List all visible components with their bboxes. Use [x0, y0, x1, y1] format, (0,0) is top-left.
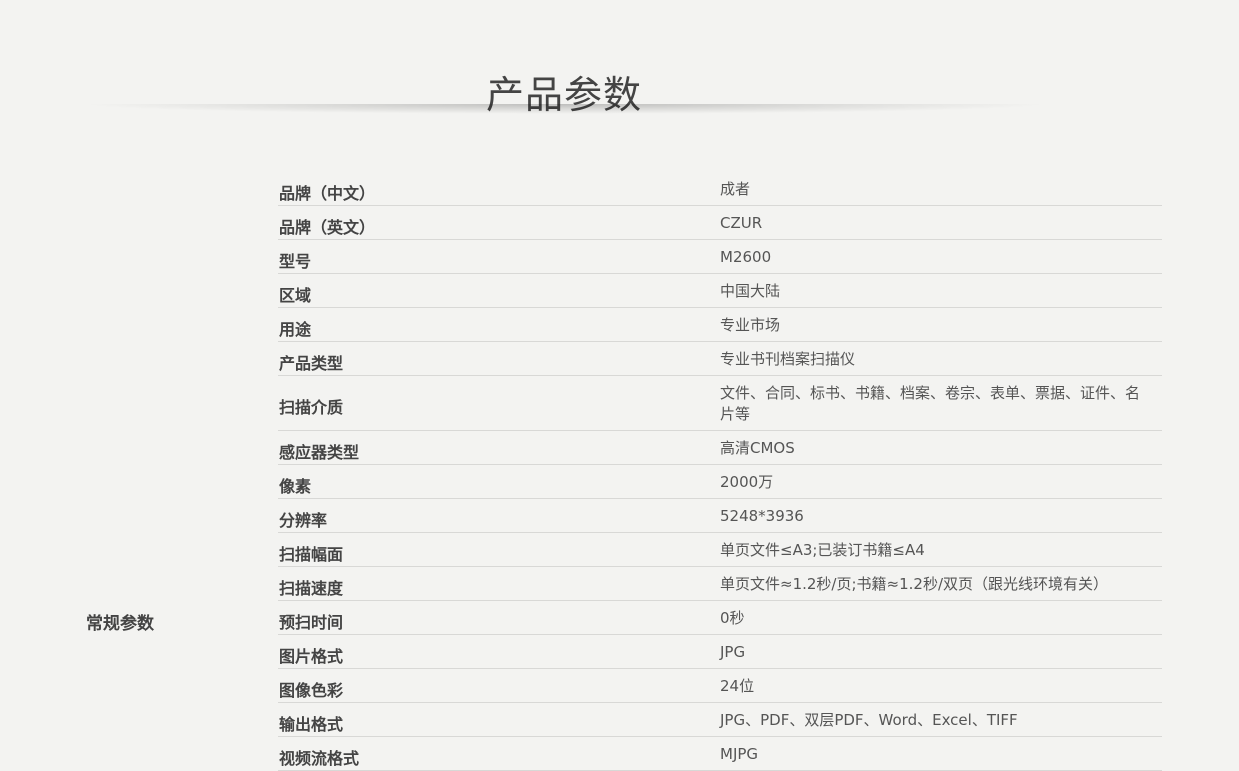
spec-value: 0秒 — [720, 609, 745, 627]
spec-value: JPG — [720, 643, 746, 661]
spec-row: 产品类型 专业书刊档案扫描仪 — [278, 342, 1162, 376]
spec-value: 专业书刊档案扫描仪 — [720, 350, 856, 368]
spec-key: 扫描介质 — [279, 398, 344, 417]
spec-row: 扫描速度 单页文件≈1.2秒/页;书籍≈1.2秒/双页（跟光线环境有关） — [278, 567, 1162, 601]
spec-value: 单页文件≈1.2秒/页;书籍≈1.2秒/双页（跟光线环境有关） — [720, 575, 1109, 593]
spec-key: 分辨率 — [279, 510, 328, 530]
spec-value: 24位 — [720, 677, 755, 695]
spec-value: CZUR — [720, 214, 763, 232]
spec-key: 扫描速度 — [279, 578, 344, 598]
spec-row: 预扫时间 0秒 — [278, 601, 1162, 635]
spec-value: 高清CMOS — [720, 439, 795, 457]
spec-key: 预扫时间 — [279, 612, 344, 632]
spec-row: 分辨率 5248*3936 — [278, 499, 1162, 533]
spec-key: 品牌（中文） — [279, 183, 376, 203]
spec-key: 像素 — [279, 476, 312, 496]
spec-row: 型号 M2600 — [278, 240, 1162, 274]
spec-value: 5248*3936 — [720, 507, 804, 525]
spec-key: 感应器类型 — [279, 442, 360, 462]
spec-row: 扫描介质 文件、合同、标书、书籍、档案、卷宗、表单、票据、证件、名片等 — [278, 376, 1162, 431]
spec-row: 品牌（中文） 成者 — [278, 172, 1162, 206]
spec-key: 型号 — [279, 251, 312, 271]
spec-row: 区域 中国大陆 — [278, 274, 1162, 308]
spec-value: 2000万 — [720, 473, 774, 491]
title-divider-shadow — [80, 104, 1050, 114]
spec-row: 视频流格式 MJPG — [278, 737, 1162, 771]
spec-value: JPG、PDF、双层PDF、Word、Excel、TIFF — [720, 711, 1018, 729]
spec-value: 单页文件≤A3;已装订书籍≤A4 — [720, 541, 925, 559]
spec-key: 图像色彩 — [279, 680, 344, 700]
spec-value: 中国大陆 — [720, 282, 781, 300]
spec-row: 像素 2000万 — [278, 465, 1162, 499]
spec-row: 感应器类型 高清CMOS — [278, 431, 1162, 465]
spec-row: 图片格式 JPG — [278, 635, 1162, 669]
spec-row: 图像色彩 24位 — [278, 669, 1162, 703]
spec-key: 产品类型 — [279, 353, 344, 373]
spec-row: 扫描幅面 单页文件≤A3;已装订书籍≤A4 — [278, 533, 1162, 567]
spec-key: 扫描幅面 — [279, 544, 344, 564]
spec-key: 图片格式 — [279, 646, 344, 666]
spec-key: 视频流格式 — [279, 748, 360, 768]
spec-key: 用途 — [279, 319, 312, 339]
section-label-general: 常规参数 — [86, 614, 154, 634]
spec-row: 输出格式 JPG、PDF、双层PDF、Word、Excel、TIFF — [278, 703, 1162, 737]
spec-key: 输出格式 — [279, 714, 344, 734]
spec-table: 品牌（中文） 成者品牌（英文） CZUR 型号 M2600 区域 中国大陆用途 专业市场产品类… — [278, 172, 1162, 771]
spec-value: 成者 — [720, 180, 751, 198]
spec-value: MJPG — [720, 745, 759, 763]
spec-key: 品牌（英文） — [279, 217, 376, 237]
spec-row: 品牌（英文） CZUR — [278, 206, 1162, 240]
spec-value: 文件、合同、标书、书籍、档案、卷宗、表单、票据、证件、名片等 — [720, 384, 1141, 423]
page: 产品参数 常规参数 品牌（中文） 成者 品牌（英文） CZUR 型号 M2600 区域 中国大… — [0, 0, 1239, 771]
spec-row: 用途 专业市场 — [278, 308, 1162, 342]
spec-key: 区域 — [279, 285, 312, 305]
spec-value: 专业市场 — [720, 316, 781, 334]
spec-value: M2600 — [720, 248, 772, 266]
